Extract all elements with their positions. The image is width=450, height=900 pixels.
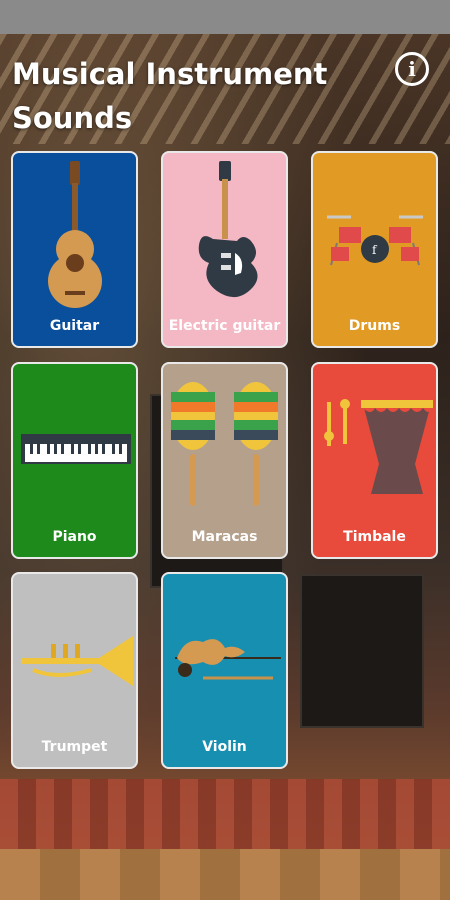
trumpet-art bbox=[13, 574, 136, 734]
piano-art bbox=[13, 364, 136, 524]
floor-decor bbox=[0, 849, 450, 900]
page-title: Musical Instrument Sounds bbox=[12, 57, 328, 135]
violin-art bbox=[163, 574, 286, 734]
maracas-art bbox=[163, 364, 286, 524]
status-bar bbox=[0, 0, 450, 34]
guitar-art bbox=[13, 153, 136, 313]
card-label: Maracas bbox=[191, 529, 258, 545]
card-label: Drums bbox=[348, 318, 401, 334]
instrument-card-trumpet[interactable]: Trumpet bbox=[11, 572, 138, 769]
trumpet-icon bbox=[21, 636, 133, 686]
rug-decor bbox=[0, 779, 450, 849]
info-icon[interactable]: i bbox=[395, 52, 429, 86]
timbale-icon bbox=[324, 399, 433, 494]
piano-keyboard-icon bbox=[21, 434, 131, 464]
violin-icon bbox=[175, 639, 281, 680]
electric-guitar-icon bbox=[198, 161, 258, 298]
drums-art: f bbox=[313, 153, 436, 313]
card-label: Violin bbox=[202, 739, 247, 755]
amp-decor bbox=[300, 574, 424, 728]
instrument-card-maracas[interactable]: Maracas bbox=[161, 362, 288, 559]
maracas-icon bbox=[171, 382, 278, 506]
drums-icon: f bbox=[327, 215, 423, 266]
card-label: Guitar bbox=[49, 318, 100, 334]
card-label: Timbale bbox=[343, 529, 406, 545]
card-label: Piano bbox=[52, 529, 97, 545]
instrument-card-piano[interactable]: Piano bbox=[11, 362, 138, 559]
card-label: Trumpet bbox=[41, 739, 108, 755]
card-label: Electric guitar bbox=[168, 318, 281, 334]
electric-guitar-art bbox=[163, 153, 286, 313]
instrument-card-electric-guitar[interactable]: Electric guitar bbox=[161, 151, 288, 348]
timbale-art bbox=[313, 364, 436, 524]
instrument-card-violin[interactable]: Violin bbox=[161, 572, 288, 769]
guitar-icon bbox=[48, 161, 102, 308]
instrument-card-guitar[interactable]: Guitar bbox=[11, 151, 138, 348]
instrument-card-timbale[interactable]: Timbale bbox=[311, 362, 438, 559]
instrument-card-drums[interactable]: f Drums bbox=[311, 151, 438, 348]
